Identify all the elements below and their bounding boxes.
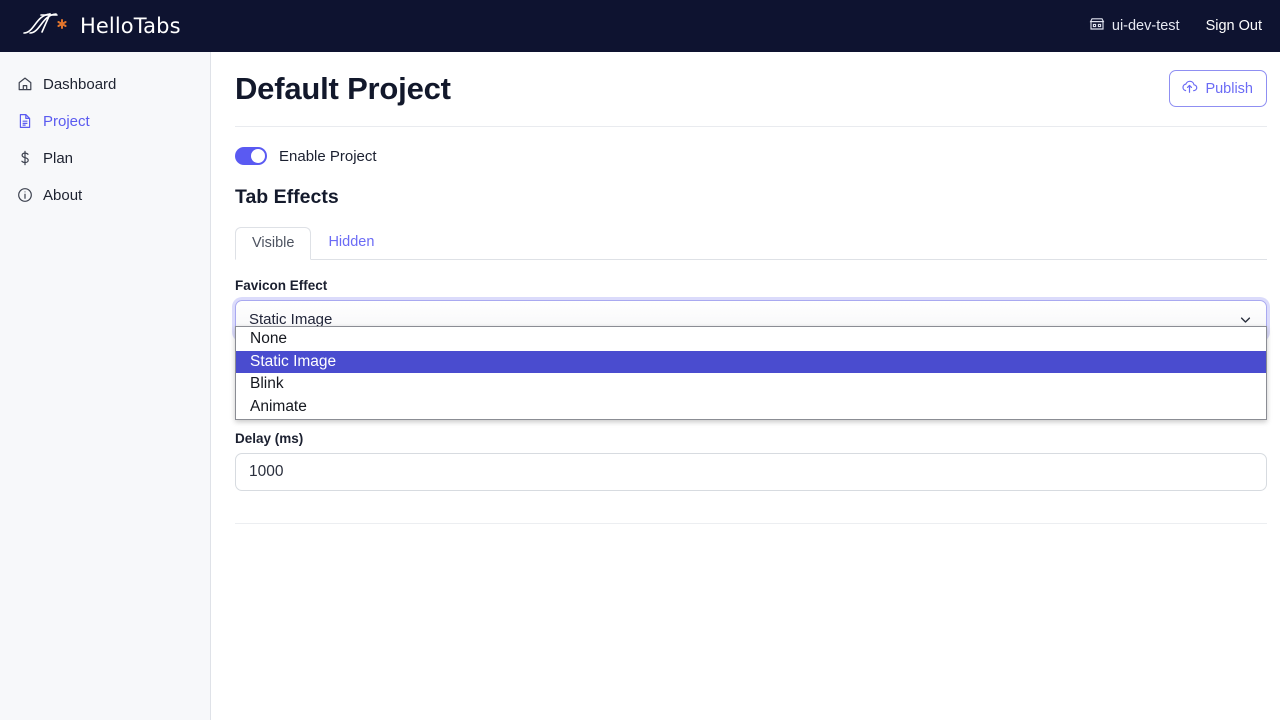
enable-project-row: Enable Project (235, 147, 1280, 165)
dollar-icon (16, 150, 33, 167)
favicon-effect-label: Favicon Effect (235, 278, 328, 293)
brand-name: HelloTabs (80, 14, 181, 38)
header-divider (235, 126, 1267, 127)
sidebar: Dashboard Project Plan About (0, 52, 211, 720)
enable-project-toggle[interactable] (235, 147, 267, 165)
main-content: Default Project Publish Enable Project T… (211, 52, 1280, 720)
section-divider (235, 523, 1267, 524)
delay-label: Delay (ms) (235, 431, 304, 446)
tab-effects-heading: Tab Effects (235, 186, 339, 208)
tab-visible[interactable]: Visible (235, 227, 312, 260)
favicon-effect-dropdown: None Static Image Blink Animate (235, 326, 1267, 420)
chevron-down-icon (1238, 312, 1253, 327)
sidebar-item-about[interactable]: About (0, 181, 210, 209)
delay-field: Delay (ms) 1000 (235, 431, 1267, 491)
sidebar-item-plan[interactable]: Plan (0, 144, 210, 172)
publish-label: Publish (1205, 80, 1253, 97)
file-document-icon (16, 113, 33, 130)
tab-hidden[interactable]: Hidden (311, 226, 391, 259)
favicon-effect-field: Favicon Effect Static Image None Static … (235, 278, 1267, 420)
enable-project-label: Enable Project (279, 147, 377, 165)
account-menu[interactable]: ui-dev-test (1089, 16, 1180, 36)
navbar-right: ui-dev-test Sign Out (1089, 16, 1262, 36)
top-navbar: HelloTabs ui-dev-test Sign Out (0, 0, 1280, 52)
home-icon (16, 76, 33, 93)
dropdown-option-static-image[interactable]: Static Image (236, 350, 1266, 373)
page-header: Default Project Publish (211, 52, 1280, 107)
info-circle-icon (16, 187, 33, 204)
sidebar-label-about: About (43, 186, 83, 204)
brand-logo[interactable]: HelloTabs (20, 0, 181, 52)
store-icon (1089, 16, 1105, 36)
swoosh-star-logo-icon (20, 9, 78, 44)
delay-input[interactable]: 1000 (235, 453, 1267, 491)
cloud-upload-icon (1181, 78, 1198, 99)
sidebar-label-plan: Plan (43, 149, 74, 167)
tab-effects-tablist: Visible Hidden (235, 226, 1267, 260)
sidebar-label-project: Project (43, 112, 90, 130)
sidebar-label-dashboard: Dashboard (43, 75, 117, 93)
dropdown-option-blink[interactable]: Blink (236, 373, 1266, 396)
toggle-knob (251, 149, 265, 163)
page-title: Default Project (235, 70, 451, 106)
dropdown-option-none[interactable]: None (236, 328, 1266, 351)
account-name: ui-dev-test (1111, 18, 1180, 34)
publish-button[interactable]: Publish (1169, 70, 1267, 107)
dropdown-option-animate[interactable]: Animate (236, 396, 1266, 419)
sign-out-button[interactable]: Sign Out (1206, 18, 1262, 34)
sidebar-item-dashboard[interactable]: Dashboard (0, 70, 210, 98)
sidebar-item-project[interactable]: Project (0, 107, 210, 135)
